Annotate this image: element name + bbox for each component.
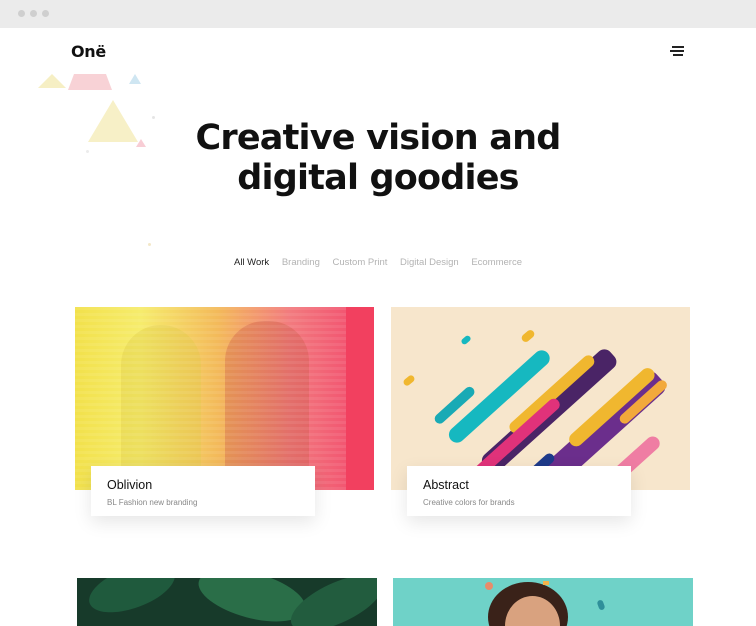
decor-triangle-icon <box>38 74 66 88</box>
logo[interactable]: Onë <box>71 42 106 61</box>
card-subtitle: BL Fashion new branding <box>107 498 198 507</box>
hero-title-line-1: Creative vision and <box>195 118 562 158</box>
hero-title: Creative vision and digital goodies <box>0 118 756 198</box>
portfolio-card-plants[interactable] <box>77 578 377 626</box>
card-subtitle: Creative colors for brands <box>423 498 515 507</box>
decor-trapezoid-icon <box>68 74 112 90</box>
filter-branding[interactable]: Branding <box>282 257 320 268</box>
filter-custom-print[interactable]: Custom Print <box>333 257 388 268</box>
portfolio-card-oblivion[interactable] <box>75 307 374 490</box>
page: Onë Creative vision and digital goodies … <box>0 28 756 626</box>
filter-digital-design[interactable]: Digital Design <box>400 257 459 268</box>
window-close-button[interactable] <box>18 10 25 17</box>
hero-title-line-2: digital goodies <box>237 158 519 198</box>
window-maximize-button[interactable] <box>42 10 49 17</box>
filter-all-work[interactable]: All Work <box>234 257 269 268</box>
browser-chrome <box>0 0 756 28</box>
portfolio-filters: All Work Branding Custom Print Digital D… <box>0 257 756 268</box>
hamburger-icon[interactable] <box>670 46 686 58</box>
filter-ecommerce[interactable]: Ecommerce <box>471 257 522 268</box>
plants-image <box>77 578 377 626</box>
caption-abstract[interactable]: Abstract Creative colors for brands <box>407 466 631 516</box>
caption-oblivion[interactable]: Oblivion BL Fashion new branding <box>91 466 315 516</box>
portfolio-card-portrait[interactable] <box>393 578 693 626</box>
portrait-image <box>393 578 693 626</box>
portfolio-card-abstract[interactable] <box>391 307 690 490</box>
decor-triangle-icon <box>129 74 141 84</box>
window-minimize-button[interactable] <box>30 10 37 17</box>
card-title: Oblivion <box>107 478 153 492</box>
decor-dot-icon <box>148 243 151 246</box>
oblivion-image <box>75 307 374 490</box>
card-title: Abstract <box>423 478 469 492</box>
abstract-image <box>391 307 690 490</box>
